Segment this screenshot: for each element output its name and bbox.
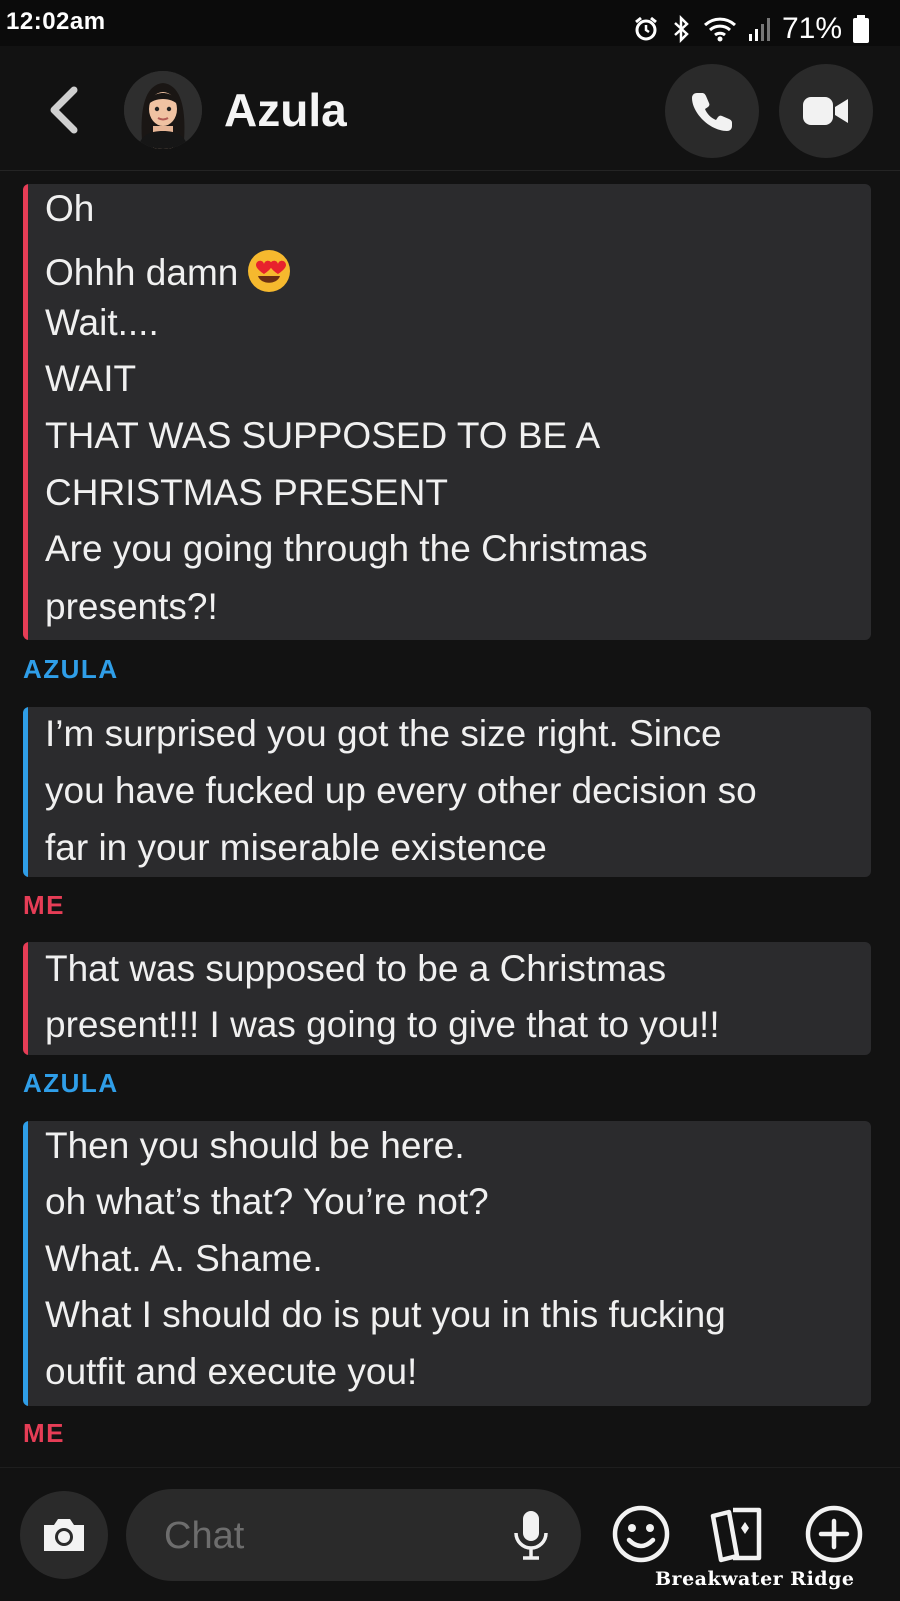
bitmoji-avatar-icon	[124, 71, 202, 149]
message-text: presents?!	[45, 586, 218, 627]
status-icons: 71%	[632, 12, 870, 46]
message-text: That was supposed to be a Christmas	[45, 948, 667, 989]
message-text: far in your miserable existence	[45, 827, 547, 868]
camera-icon	[44, 1519, 84, 1551]
chat-input[interactable]	[162, 1489, 496, 1583]
chat-header: Azula	[0, 46, 900, 171]
message-text: Then you should be here.	[45, 1125, 465, 1166]
message-text: I’m surprised you got the size right. Si…	[45, 713, 722, 754]
sender-label-azula: AZULA	[23, 654, 119, 684]
message-text: Wait....	[45, 302, 159, 343]
sender-label-azula: AZULA	[23, 1068, 119, 1098]
message-text: you have fucked up every other decision …	[45, 770, 757, 811]
wifi-icon	[703, 17, 736, 42]
message-group-azula: I’m surprised you got the size right. Si…	[23, 707, 871, 877]
message-text: WAIT	[45, 358, 137, 399]
camera-button[interactable]	[20, 1491, 108, 1579]
smiley-icon	[612, 1505, 670, 1563]
add-button[interactable]	[802, 1502, 866, 1566]
heart-eyes-emoji-icon	[248, 250, 291, 292]
sender-label-me: ME	[23, 890, 65, 920]
message-group-me: That was supposed to be a Christmas pres…	[23, 942, 871, 1055]
voice-call-button[interactable]	[665, 64, 759, 158]
message-text-span: Ohhh damn	[45, 252, 239, 293]
cards-icon	[710, 1507, 762, 1563]
message-group-azula: Then you should be here. oh what’s that?…	[23, 1121, 871, 1406]
battery-icon	[853, 15, 869, 43]
contact-name[interactable]: Azula	[224, 83, 347, 137]
message-text: What. A. Shame.	[45, 1238, 323, 1279]
avatar[interactable]	[124, 71, 202, 149]
microphone-icon	[514, 1511, 548, 1560]
sender-label-me: ME	[23, 1418, 65, 1448]
message-text: outfit and execute you!	[45, 1351, 418, 1392]
back-button[interactable]	[44, 86, 84, 134]
signal-icon	[748, 18, 770, 41]
message-group-me: Oh Ohhh damn Wait.... WAIT THAT WAS SUPP…	[23, 184, 871, 640]
video-call-button[interactable]	[779, 64, 873, 158]
alarm-icon	[635, 16, 657, 41]
back-arrow-icon	[50, 86, 78, 134]
battery-percentage: 71%	[781, 12, 842, 45]
video-camera-icon	[803, 97, 848, 125]
message-text: THAT WAS SUPPOSED TO BE A	[45, 415, 601, 456]
emoji-button[interactable]	[609, 1502, 673, 1566]
phone-icon	[692, 93, 732, 131]
message-text: Oh	[45, 188, 95, 229]
plus-icon	[805, 1505, 863, 1563]
message-text: Are you going through the Christmas	[45, 528, 648, 569]
message-text: CHRISTMAS PRESENT	[45, 472, 448, 513]
status-time: 12:02am	[6, 8, 106, 35]
message-text: What I should do is put you in this fuck…	[45, 1294, 726, 1335]
watermark: Breakwater Ridge	[655, 1568, 855, 1590]
message-text: present!!! I was going to give that to y…	[45, 1004, 720, 1045]
microphone-button[interactable]	[506, 1509, 556, 1561]
bluetooth-icon	[674, 15, 689, 43]
status-bar: 12:02am 71%	[0, 0, 900, 46]
cards-button[interactable]	[705, 1502, 769, 1566]
message-text: Ohhh damn	[45, 248, 292, 294]
chat-input-container[interactable]	[126, 1489, 581, 1583]
message-text: oh what’s that? You’re not?	[45, 1181, 489, 1222]
